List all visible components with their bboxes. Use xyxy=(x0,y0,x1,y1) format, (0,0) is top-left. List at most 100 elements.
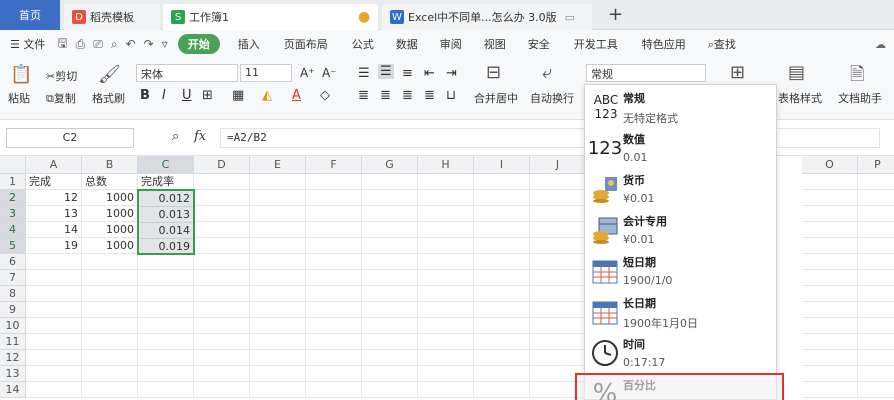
cell[interactable] xyxy=(418,286,474,302)
underline-icon[interactable]: U xyxy=(182,88,192,103)
doc-helper-icon[interactable]: 🗎 xyxy=(850,62,864,92)
menu-view[interactable]: 视图 xyxy=(476,36,514,52)
cell[interactable] xyxy=(306,302,362,318)
cell[interactable] xyxy=(802,190,858,206)
cell[interactable] xyxy=(362,206,418,222)
cell[interactable] xyxy=(306,318,362,334)
cell[interactable] xyxy=(418,382,474,398)
cell[interactable] xyxy=(362,350,418,366)
cell[interactable] xyxy=(250,286,306,302)
format-option-2[interactable]: 货币 ¥0.01 xyxy=(585,169,778,210)
data-cell[interactable]: 1000 xyxy=(82,190,138,206)
column-header-a[interactable]: A xyxy=(26,156,82,174)
cell[interactable] xyxy=(26,286,82,302)
cell[interactable] xyxy=(26,270,82,286)
cell[interactable] xyxy=(530,238,586,254)
tab-workbook1[interactable]: S 工作簿1 ● xyxy=(163,4,378,30)
cell[interactable] xyxy=(362,190,418,206)
eraser-icon[interactable]: ◇ xyxy=(320,88,330,103)
format-option-4[interactable]: 短日期 1900/1/0 xyxy=(585,251,778,292)
cell[interactable] xyxy=(858,222,894,238)
font-shrink-icon[interactable]: A⁻ xyxy=(322,66,337,80)
name-box[interactable]: C2 xyxy=(6,128,134,148)
row-header-14[interactable]: 14 xyxy=(0,382,26,398)
header-cell[interactable]: 完成率 xyxy=(138,174,194,190)
align-top-icon[interactable]: ☰ xyxy=(358,66,370,81)
italic-icon[interactable]: I xyxy=(162,88,166,103)
cell[interactable] xyxy=(530,206,586,222)
menu-review[interactable]: 审阅 xyxy=(432,36,470,52)
cell[interactable] xyxy=(194,254,250,270)
cell[interactable] xyxy=(474,174,530,190)
column-header-p[interactable]: P xyxy=(858,156,894,174)
data-cell[interactable]: 1000 xyxy=(82,238,138,254)
cell[interactable] xyxy=(26,334,82,350)
cell[interactable] xyxy=(306,366,362,382)
cell[interactable] xyxy=(194,174,250,190)
preview-icon[interactable]: ⌕ xyxy=(107,37,122,52)
cell[interactable] xyxy=(82,270,138,286)
format-option-3[interactable]: 会计专用 ¥0.01 xyxy=(585,210,778,251)
cell[interactable] xyxy=(802,286,858,302)
cell[interactable] xyxy=(194,270,250,286)
cell[interactable] xyxy=(82,382,138,398)
cell[interactable] xyxy=(530,270,586,286)
cell[interactable] xyxy=(418,254,474,270)
cell[interactable] xyxy=(26,366,82,382)
cell[interactable] xyxy=(138,350,194,366)
cell[interactable] xyxy=(306,334,362,350)
cell[interactable] xyxy=(802,302,858,318)
cell[interactable] xyxy=(194,334,250,350)
align-middle-icon[interactable]: ☰ xyxy=(378,64,394,79)
paste-icon[interactable]: 📋 xyxy=(10,64,32,85)
cell[interactable] xyxy=(474,302,530,318)
cell[interactable] xyxy=(306,174,362,190)
cell[interactable] xyxy=(362,270,418,286)
justify-icon[interactable]: ≣ xyxy=(424,88,435,103)
cell[interactable] xyxy=(26,382,82,398)
column-header-e[interactable]: E xyxy=(250,156,306,174)
data-cell[interactable]: 12 xyxy=(26,190,82,206)
font-color-icon[interactable]: A xyxy=(292,88,301,103)
column-header-b[interactable]: B xyxy=(82,156,138,174)
cell[interactable] xyxy=(138,382,194,398)
cell[interactable] xyxy=(474,270,530,286)
menu-security[interactable]: 安全 xyxy=(520,36,558,52)
cell[interactable] xyxy=(82,366,138,382)
cell[interactable] xyxy=(250,238,306,254)
cell[interactable] xyxy=(530,222,586,238)
redo-icon[interactable]: ↷ xyxy=(140,37,158,51)
cell[interactable] xyxy=(194,302,250,318)
align-left-icon[interactable]: ≣ xyxy=(358,88,369,103)
cell[interactable] xyxy=(802,254,858,270)
menu-developer[interactable]: 开发工具 xyxy=(566,36,626,52)
cell[interactable] xyxy=(474,334,530,350)
cell[interactable] xyxy=(418,334,474,350)
align-center-icon[interactable]: ≣ xyxy=(380,88,391,103)
cell[interactable] xyxy=(802,318,858,334)
cell[interactable] xyxy=(362,334,418,350)
align-right-icon[interactable]: ≣ xyxy=(402,88,413,103)
menu-page-layout[interactable]: 页面布局 xyxy=(276,36,336,52)
cell[interactable] xyxy=(250,222,306,238)
cell[interactable] xyxy=(474,318,530,334)
cell[interactable] xyxy=(138,318,194,334)
cell[interactable] xyxy=(858,302,894,318)
cell[interactable] xyxy=(802,206,858,222)
cell[interactable] xyxy=(306,350,362,366)
cell[interactable] xyxy=(858,318,894,334)
cell[interactable] xyxy=(306,270,362,286)
cell[interactable] xyxy=(858,190,894,206)
column-header-c[interactable]: C xyxy=(138,156,194,174)
number-format-select[interactable]: 常规 xyxy=(586,64,706,82)
row-header-2[interactable]: 2 xyxy=(0,190,26,206)
format-option-0[interactable]: ABC 123 常规 无特定格式 xyxy=(585,87,778,128)
cell[interactable] xyxy=(82,254,138,270)
data-cell[interactable]: 1000 xyxy=(82,206,138,222)
row-header-11[interactable]: 11 xyxy=(0,334,26,350)
cell[interactable] xyxy=(194,190,250,206)
cell[interactable] xyxy=(250,318,306,334)
cell[interactable] xyxy=(474,222,530,238)
search-menu[interactable]: ⌕查找 xyxy=(700,36,744,52)
cell[interactable] xyxy=(418,190,474,206)
